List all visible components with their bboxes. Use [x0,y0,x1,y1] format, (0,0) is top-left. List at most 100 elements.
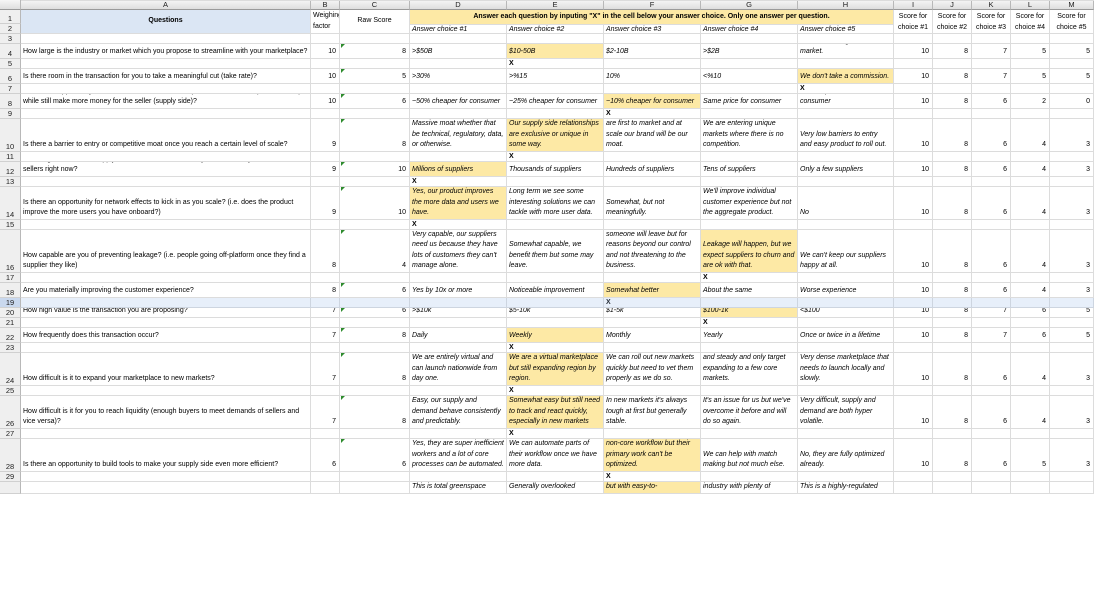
blank-cell[interactable] [972,59,1011,69]
blank-cell[interactable] [1050,84,1094,94]
blank-cell[interactable] [340,34,410,44]
raw-score-cell[interactable]: 8 [340,119,410,152]
blank-cell[interactable] [894,273,933,283]
blank-cell[interactable] [340,59,410,69]
blank-cell[interactable] [933,318,972,328]
blank-cell[interactable] [1011,273,1050,283]
blank-cell[interactable] [311,220,340,230]
answer-input-cell[interactable]: X [410,177,507,187]
blank-cell[interactable] [894,84,933,94]
blank-cell[interactable] [1050,273,1094,283]
choice-score-cell[interactable]: 6 [1011,308,1050,318]
choice-score-cell[interactable]: 4 [1011,283,1050,298]
answer-input-cell[interactable] [410,84,507,94]
answer-input-cell[interactable]: X [410,220,507,230]
blank-cell[interactable] [21,429,311,439]
answer-input-cell[interactable] [701,59,798,69]
answer-input-cell[interactable] [701,0,798,1]
blank-cell[interactable] [1011,386,1050,396]
choice-score-cell[interactable] [894,482,933,494]
answer-choice-cell[interactable]: More expensive for consumer [798,94,894,109]
blank-cell[interactable] [21,386,311,396]
choice-score-cell[interactable] [1011,482,1050,494]
blank-cell[interactable] [340,84,410,94]
blank-cell[interactable] [933,386,972,396]
choice-score-cell[interactable]: 6 [1011,328,1050,343]
blank-cell[interactable] [21,59,311,69]
choice-score-cell[interactable]: 8 [933,396,972,429]
choice-score-cell[interactable]: 3 [1050,439,1094,472]
weighing-factor-cell[interactable]: 8 [311,283,340,298]
answer-input-cell[interactable] [507,0,604,1]
blank-cell[interactable] [21,109,311,119]
row-header[interactable]: 1 [0,10,21,24]
column-header-d[interactable]: D [410,0,507,10]
blank-cell[interactable] [933,472,972,482]
choice-score-cell[interactable]: 10 [894,44,933,59]
answer-choice-cell[interactable]: Every now and then someone will leave bu… [604,230,701,273]
blank-cell[interactable] [701,34,798,44]
raw-score-cell[interactable]: 4 [340,230,410,273]
blank-cell[interactable] [340,472,410,482]
answer-choice-cell[interactable]: This is total greenspace [410,482,507,494]
choice-score-cell[interactable]: 3 [1050,396,1094,429]
row-header[interactable]: 28 [0,439,21,472]
blank-cell[interactable] [972,34,1011,44]
answer-input-cell[interactable] [798,273,894,283]
choice-score-cell[interactable]: 8 [933,283,972,298]
choice-score-cell[interactable]: 7 [972,69,1011,84]
answer-input-cell[interactable] [701,386,798,396]
answer-input-cell[interactable] [798,0,894,1]
choice-score-cell[interactable]: 3 [1050,187,1094,220]
choice-score-cell[interactable]: 3 [1050,162,1094,177]
blank-cell[interactable] [1011,59,1050,69]
choice-score-cell[interactable]: 8 [933,187,972,220]
choice-score-cell[interactable]: 6 [972,353,1011,386]
blank-cell[interactable] [311,472,340,482]
blank-cell[interactable] [311,298,340,308]
spreadsheet[interactable]: A B C D E F G H I J K L M 1 2 3 4 5 6 7 8 9 10 11 12 13 14 15 16 17 18… [0,0,1094,601]
answer-input-cell[interactable] [798,386,894,396]
weighing-factor-cell[interactable]: 8 [311,230,340,273]
answer-choice-cell[interactable]: Very capable, our suppliers need us beca… [410,230,507,273]
weighing-factor-cell[interactable]: 7 [311,328,340,343]
blank-cell[interactable] [1050,109,1094,119]
blank-cell[interactable] [894,318,933,328]
blank-cell[interactable] [933,429,972,439]
blank-cell[interactable] [1011,177,1050,187]
column-header-e[interactable]: E [507,0,604,10]
answer-choice-cell[interactable]: Somewhat capable, we benefit them but so… [507,230,604,273]
choice-score-cell[interactable]: 10 [894,94,933,109]
choice-score-cell[interactable]: 6 [972,439,1011,472]
answer-input-cell[interactable] [507,109,604,119]
blank-cell[interactable] [933,59,972,69]
choice-score-cell[interactable]: 7 [972,44,1011,59]
answer-input-cell[interactable] [798,298,894,308]
answer-choice-cell[interactable]: Thousands of suppliers [507,162,604,177]
choice-score-cell[interactable]: 8 [933,119,972,152]
blank-cell[interactable] [1050,177,1094,187]
blank-cell[interactable] [1050,429,1094,439]
answer-input-cell[interactable] [604,177,701,187]
choice-score-cell[interactable]: 10 [894,328,933,343]
blank-cell[interactable] [21,273,311,283]
answer-choice-cell[interactable]: >$50B [410,44,507,59]
blank-cell[interactable] [1050,386,1094,396]
answer-choice-cell[interactable]: ~10% cheaper for consumer [604,94,701,109]
row-header[interactable]: 19 [0,298,21,308]
choice-score-cell[interactable] [933,482,972,494]
answer-input-cell[interactable] [798,109,894,119]
answer-choice-cell[interactable]: We are entering unique markets where the… [701,119,798,152]
question-text[interactable]: Is there an opportunity to build tools t… [21,439,311,472]
choice-score-cell[interactable]: 3 [1050,230,1094,273]
answer-input-cell[interactable] [507,220,604,230]
column-header-c[interactable]: C [340,0,410,10]
answer-input-cell[interactable] [410,109,507,119]
answer-input-cell[interactable] [604,429,701,439]
answer-choice-cell[interactable]: Yes, they are super inefficient workers … [410,439,507,472]
row-header[interactable]: 7 [0,84,21,94]
blank-cell[interactable] [340,177,410,187]
blank-cell[interactable] [933,298,972,308]
answer-input-cell[interactable] [798,472,894,482]
weighing-factor-cell[interactable]: 9 [311,187,340,220]
